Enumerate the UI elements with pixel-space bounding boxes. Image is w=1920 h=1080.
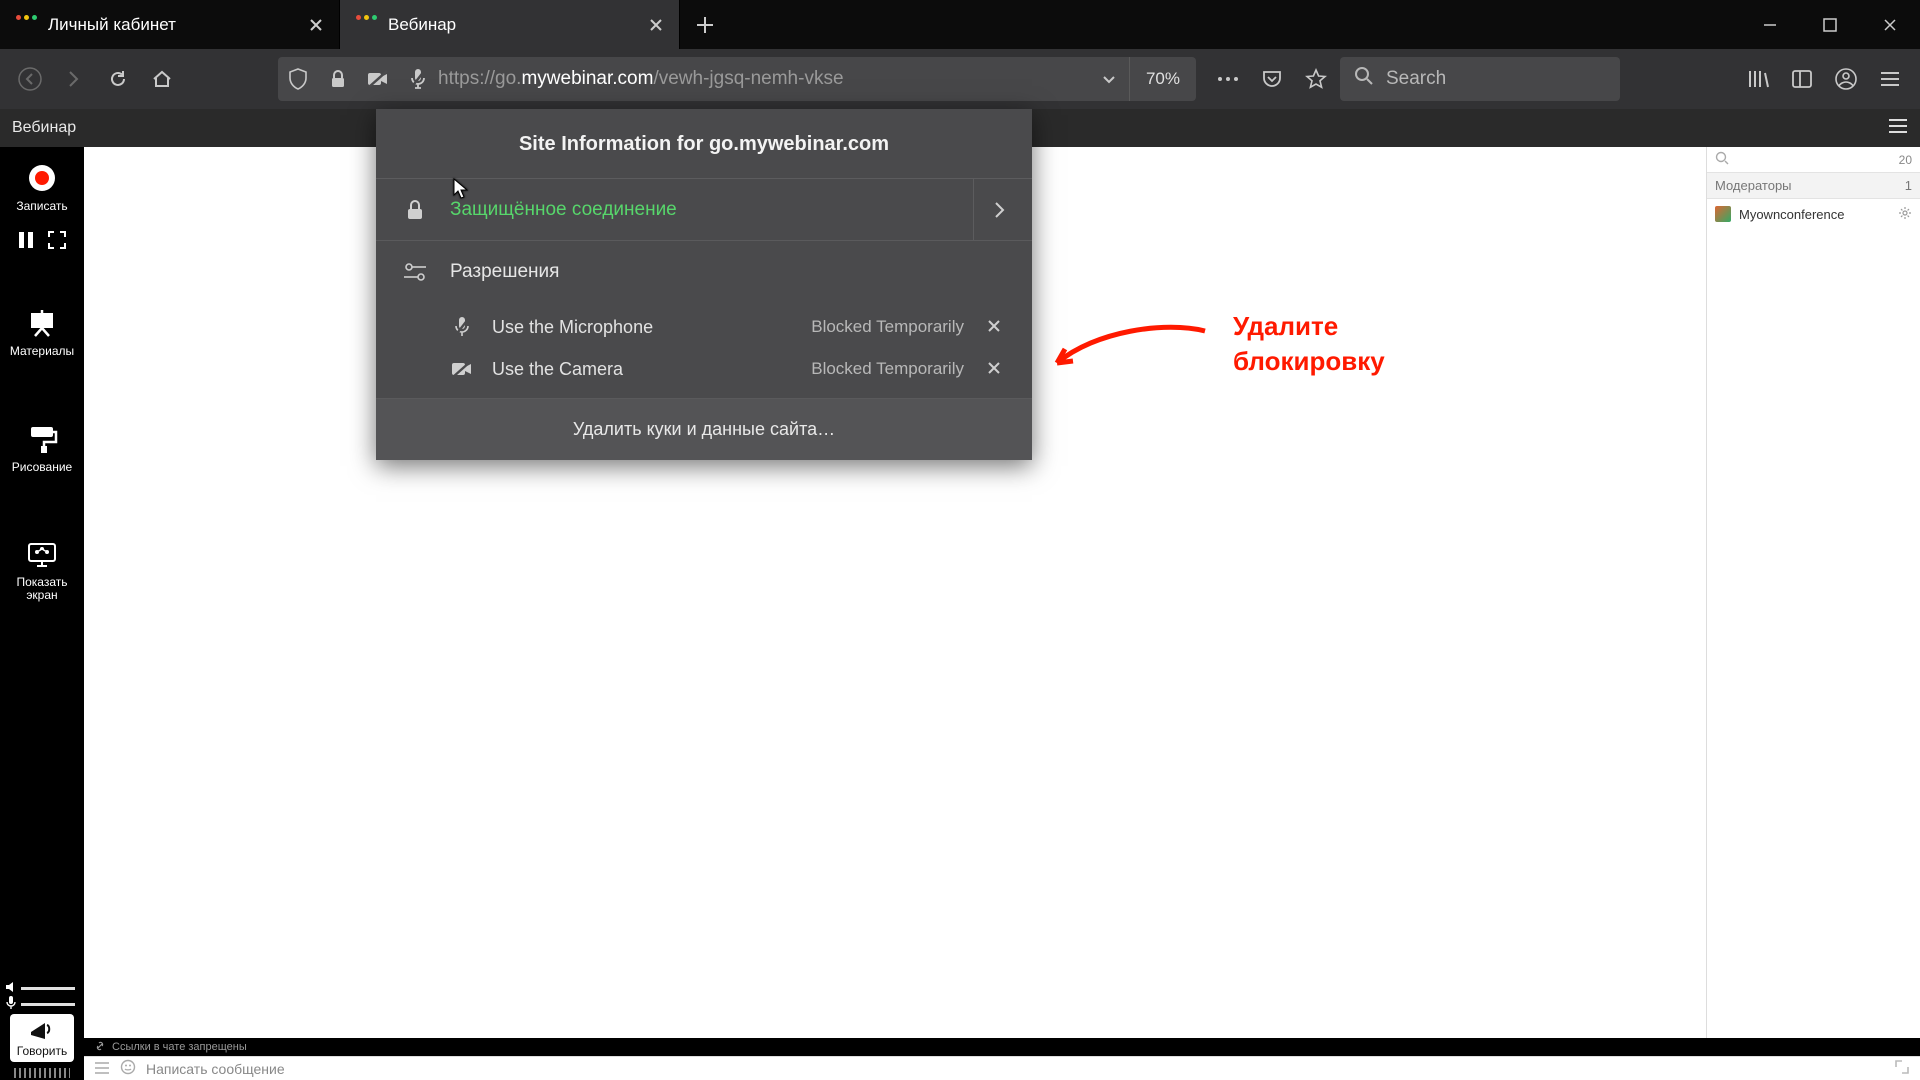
webinar-left-toolbar: Записать Материалы Рисование Показатьэкр… xyxy=(0,147,84,1080)
record-button[interactable]: Записать xyxy=(6,153,78,227)
avatar-icon xyxy=(1715,206,1731,222)
audio-level-icon xyxy=(14,1068,70,1078)
remove-permission-button[interactable] xyxy=(982,359,1006,380)
popover-title: Site Information for go.mywebinar.com xyxy=(376,109,1032,178)
tab-account[interactable]: Личный кабинет xyxy=(0,0,340,49)
tab-title: Вебинар xyxy=(388,15,633,35)
back-button[interactable] xyxy=(10,59,50,99)
volume-slider[interactable] xyxy=(9,982,75,994)
tracking-shield-icon[interactable] xyxy=(278,68,318,90)
search-icon xyxy=(1354,66,1374,92)
microphone-icon xyxy=(5,995,17,1016)
close-icon[interactable] xyxy=(645,14,667,36)
drawing-button[interactable]: Рисование xyxy=(6,414,78,488)
tab-strip: Личный кабинет Вебинар xyxy=(0,0,1920,49)
chevron-down-icon[interactable] xyxy=(1089,71,1129,87)
camera-blocked-icon xyxy=(450,360,474,378)
paint-roller-icon xyxy=(25,422,59,456)
pocket-icon[interactable] xyxy=(1252,59,1292,99)
account-icon[interactable] xyxy=(1826,59,1866,99)
url-text: https://go.mywebinar.com/vewh-jgsq-nemh-… xyxy=(438,68,1089,90)
search-icon xyxy=(1715,151,1729,168)
annotation: Удалитеблокировку xyxy=(1045,309,1385,379)
lock-icon xyxy=(402,199,428,221)
fullscreen-icon[interactable] xyxy=(48,231,66,254)
clear-cookies-button[interactable]: Удалить куки и данные сайта… xyxy=(376,398,1032,460)
new-tab-button[interactable] xyxy=(680,0,730,49)
home-button[interactable] xyxy=(142,59,182,99)
maximize-button[interactable] xyxy=(1800,0,1860,49)
nav-toolbar: https://go.mywebinar.com/vewh-jgsq-nemh-… xyxy=(0,49,1920,109)
minimize-button[interactable] xyxy=(1740,0,1800,49)
annotation-text: Удалитеблокировку xyxy=(1233,309,1385,379)
expand-icon[interactable] xyxy=(1894,1059,1910,1078)
mic-blocked-icon[interactable] xyxy=(398,68,438,90)
chat-input[interactable]: Написать сообщение xyxy=(84,1056,1920,1080)
record-icon xyxy=(25,161,59,195)
link-icon xyxy=(94,1040,106,1055)
site-info-popover: Site Information for go.mywebinar.com За… xyxy=(376,109,1032,460)
zoom-level[interactable]: 70% xyxy=(1129,57,1196,101)
close-icon[interactable] xyxy=(305,14,327,36)
chat-placeholder: Написать сообщение xyxy=(146,1061,285,1077)
address-bar[interactable]: https://go.mywebinar.com/vewh-jgsq-nemh-… xyxy=(278,57,1196,101)
cursor-icon xyxy=(453,178,469,205)
chevron-right-icon[interactable] xyxy=(973,179,1006,240)
talk-button[interactable]: Говорить xyxy=(10,1014,74,1062)
header-menu-icon[interactable] xyxy=(1888,119,1908,138)
moderators-section: Модераторы 1 xyxy=(1707,173,1920,199)
participants-search[interactable]: 20 xyxy=(1707,147,1920,173)
permission-microphone: Use the Microphone Blocked Temporarily xyxy=(450,306,1006,348)
search-bar[interactable]: Search xyxy=(1340,57,1620,101)
favicon-icon xyxy=(16,15,36,35)
remove-permission-button[interactable] xyxy=(982,317,1006,338)
app-menu-icon[interactable] xyxy=(1870,59,1910,99)
webinar-title: Вебинар xyxy=(12,119,76,137)
participants-total: 20 xyxy=(1899,153,1912,167)
emoji-icon[interactable] xyxy=(120,1059,136,1078)
permission-camera: Use the Camera Blocked Temporarily xyxy=(450,348,1006,390)
gear-icon[interactable] xyxy=(1898,206,1912,223)
participant-row[interactable]: Myownconference xyxy=(1707,199,1920,229)
secure-connection-row[interactable]: Защищённое соединение xyxy=(376,178,1032,240)
page-content: Вебинар Записать Материалы Рис xyxy=(0,109,1920,1080)
bookmark-star-icon[interactable] xyxy=(1296,59,1336,99)
camera-blocked-icon[interactable] xyxy=(358,70,398,88)
favicon-icon xyxy=(356,15,376,35)
chat-bar: Ссылки в чате запрещены Написать сообщен… xyxy=(84,1038,1920,1080)
library-icon[interactable] xyxy=(1738,59,1778,99)
forward-button[interactable] xyxy=(54,59,94,99)
megaphone-icon xyxy=(29,1019,55,1044)
sliders-icon xyxy=(402,263,428,281)
reload-button[interactable] xyxy=(98,59,138,99)
lock-icon[interactable] xyxy=(318,69,358,89)
materials-button[interactable]: Материалы xyxy=(6,298,78,372)
permissions-header: Разрешения xyxy=(376,240,1032,302)
page-actions-button[interactable] xyxy=(1208,59,1248,99)
chat-menu-icon[interactable] xyxy=(94,1061,110,1077)
microphone-blocked-icon xyxy=(450,316,474,338)
easel-icon xyxy=(25,306,59,340)
chat-warning: Ссылки в чате запрещены xyxy=(84,1038,1920,1056)
search-placeholder: Search xyxy=(1386,68,1446,90)
tab-title: Личный кабинет xyxy=(48,15,293,35)
share-screen-button[interactable]: Показатьэкран xyxy=(6,530,78,616)
participants-panel: 20 Модераторы 1 Myownconference xyxy=(1706,147,1920,1038)
arrow-icon xyxy=(1045,319,1215,379)
share-screen-icon xyxy=(25,538,59,572)
close-window-button[interactable] xyxy=(1860,0,1920,49)
mic-slider[interactable] xyxy=(9,998,75,1010)
sidebar-toggle-icon[interactable] xyxy=(1782,59,1822,99)
pause-icon[interactable] xyxy=(18,231,34,254)
tab-webinar[interactable]: Вебинар xyxy=(340,0,680,49)
